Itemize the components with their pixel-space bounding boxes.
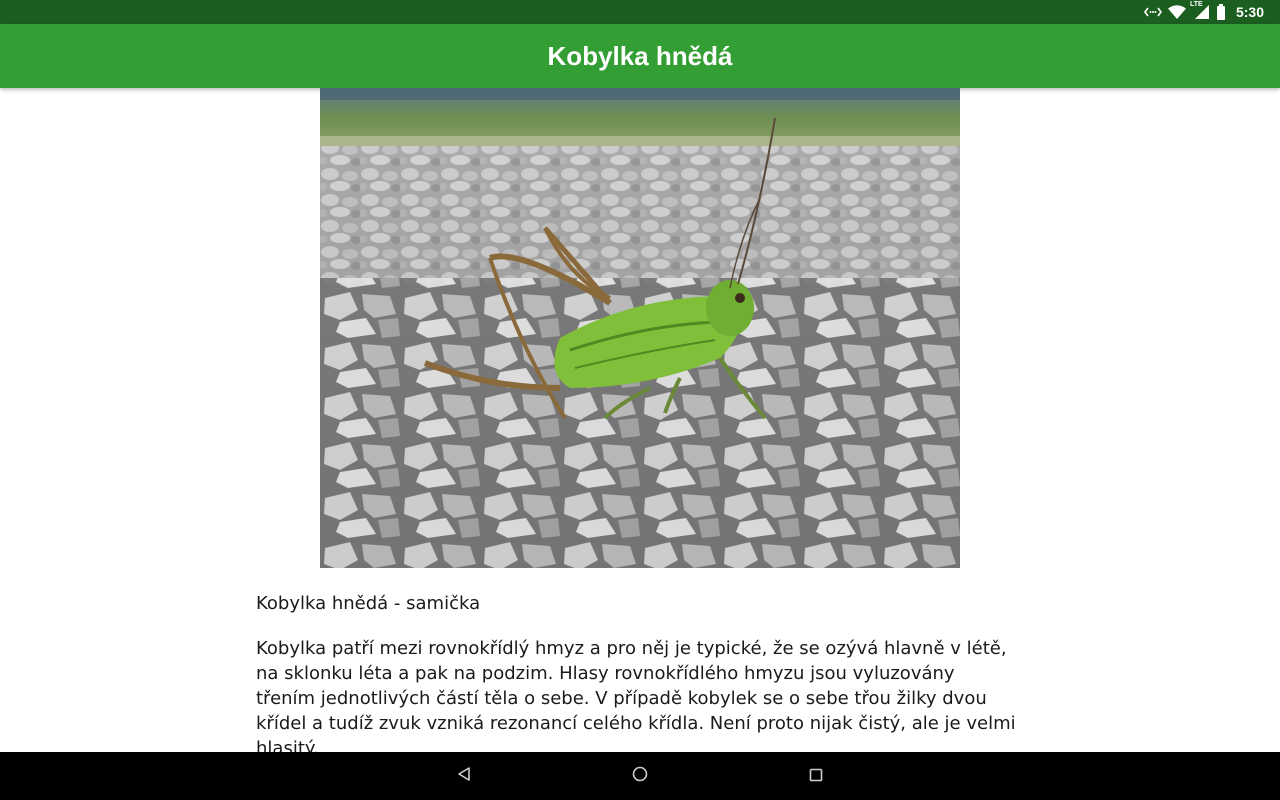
home-button[interactable] [616,752,664,800]
status-bar: LTE 5:30 [0,0,1280,24]
insect-photo [320,88,960,568]
page-title: Kobylka hnědá [547,40,733,71]
battery-icon [1216,4,1226,20]
back-button[interactable] [440,752,488,800]
data-transfer-icon [1143,5,1162,19]
home-icon [632,766,648,786]
recents-icon [809,767,823,786]
insect-photo-illustration [320,88,960,568]
lte-signal-icon: LTE [1189,1,1210,20]
lte-label: LTE [1189,1,1203,8]
back-icon [456,766,472,786]
wifi-icon [1167,5,1186,19]
article-description: Kobylka patří mezi rovnokřídlý hmyz a pr… [256,638,1016,752]
photo-caption: Kobylka hnědá - samička [256,593,481,614]
app-bar: Kobylka hnědá [0,24,1280,88]
article-content: Kobylka hnědá - samička Kobylka patří me… [0,88,1280,752]
navigation-bar [0,752,1280,800]
status-time: 5:30 [1235,4,1264,20]
recents-button[interactable] [792,752,840,800]
status-icons: LTE 5:30 [1143,1,1280,20]
